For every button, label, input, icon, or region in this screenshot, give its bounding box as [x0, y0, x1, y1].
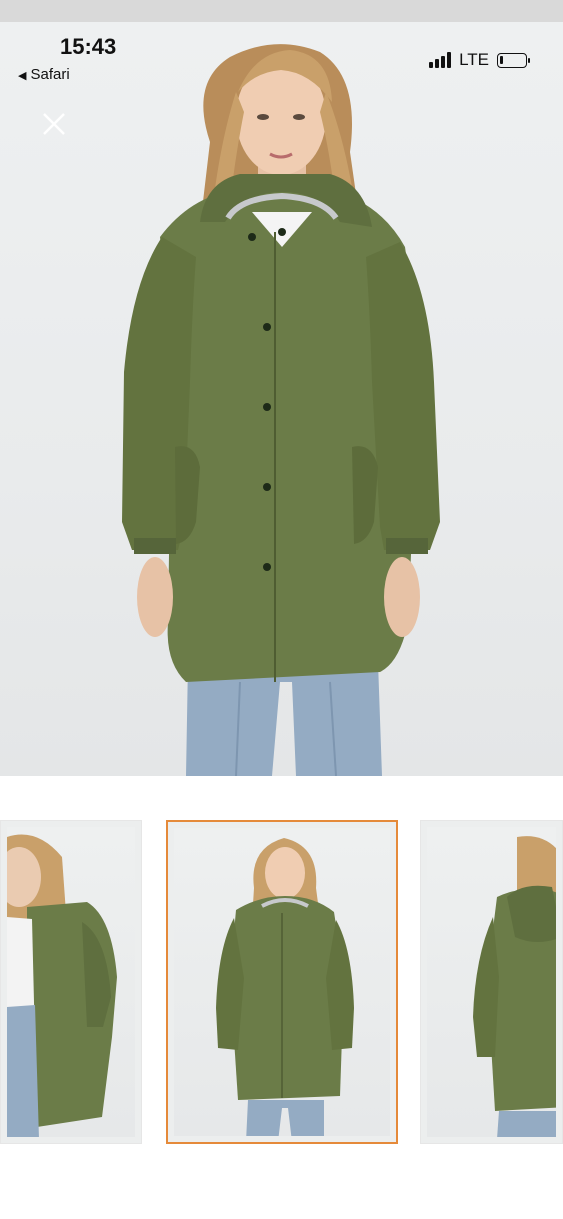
top-status-strip	[0, 0, 563, 22]
main-product-image[interactable]: 15:43 ◀ Safari LTE	[0, 22, 563, 776]
thumbnail-front-image	[216, 838, 354, 1136]
close-button[interactable]	[38, 108, 70, 140]
thumbnail-side-image	[7, 834, 117, 1137]
thumbnail-back-image	[473, 836, 556, 1137]
signal-icon	[429, 52, 452, 68]
thumbnail-side-view[interactable]	[0, 820, 142, 1144]
close-icon	[43, 113, 65, 135]
back-to-app-link[interactable]: ◀ Safari	[18, 66, 70, 83]
battery-icon	[497, 52, 530, 68]
thumbnail-strip	[0, 818, 563, 1148]
status-time: 15:43	[60, 34, 117, 59]
thumbnail-back-view[interactable]	[420, 820, 563, 1144]
back-triangle-icon: ◀	[18, 70, 27, 82]
thumbnail-front-view[interactable]	[166, 820, 398, 1144]
battery-level	[500, 55, 503, 64]
back-app-label: Safari	[30, 66, 70, 83]
network-label: LTE	[459, 50, 489, 69]
model-front-illustration	[122, 44, 440, 776]
status-right-group: LTE	[429, 50, 530, 70]
